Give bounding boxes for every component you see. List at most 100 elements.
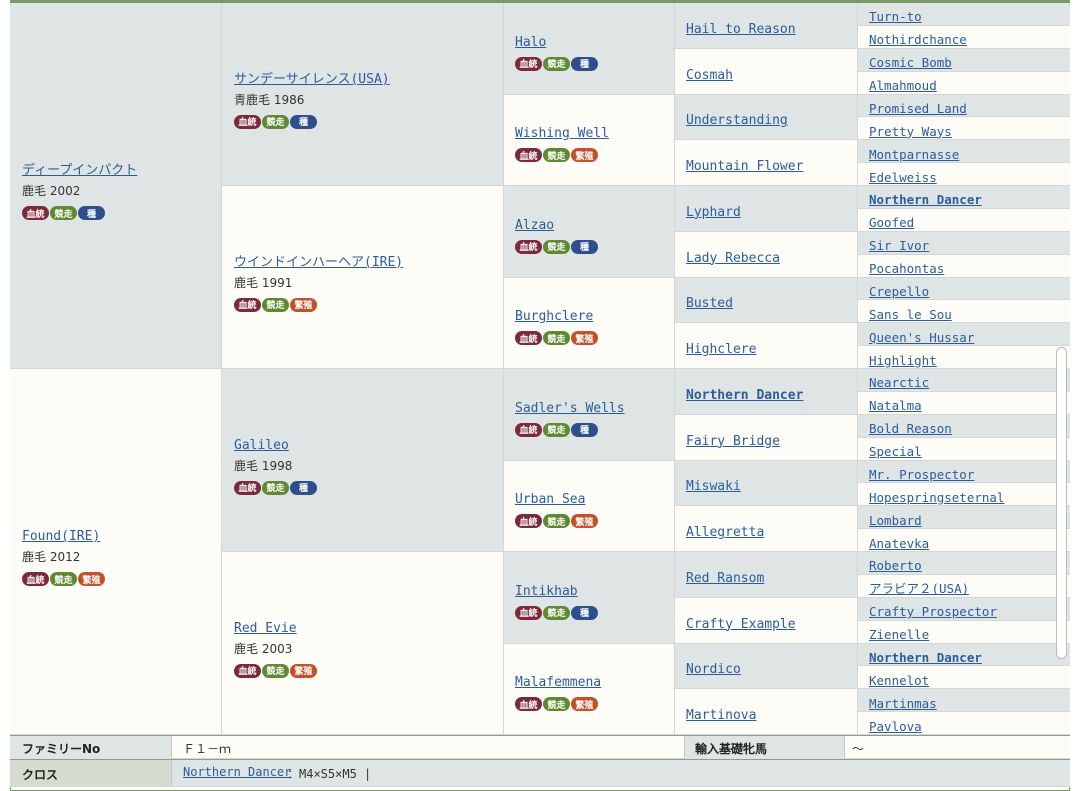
- horse-link[interactable]: Burghclere: [515, 309, 593, 324]
- horse-link[interactable]: Pavlova: [869, 719, 922, 734]
- horse-link[interactable]: Understanding: [686, 113, 788, 128]
- badge-hanshoku-button[interactable]: 繁殖: [571, 697, 598, 712]
- badge-ketto-button[interactable]: 血統: [234, 114, 261, 129]
- horse-link[interactable]: Malafemmena: [515, 675, 601, 690]
- horse-link[interactable]: Sans le Sou: [869, 307, 952, 322]
- horse-link[interactable]: Hail to Reason: [686, 22, 796, 37]
- badge-ketto-button[interactable]: 血統: [22, 572, 49, 586]
- horse-link[interactable]: Sir Ivor: [869, 238, 929, 253]
- badge-hanshoku-button[interactable]: 繁殖: [290, 663, 317, 678]
- horse-link[interactable]: Mountain Flower: [686, 159, 803, 174]
- horse-link[interactable]: Wishing Well: [515, 126, 609, 141]
- badge-ketto-button[interactable]: 血統: [234, 297, 261, 312]
- horse-link[interactable]: Northern Dancer: [869, 650, 982, 665]
- horse-link[interactable]: アラビア２(USA): [869, 581, 969, 596]
- horse-link[interactable]: Red Ransom: [686, 571, 764, 586]
- badge-kyoso-button[interactable]: 競走: [262, 297, 289, 312]
- badge-kyoso-button[interactable]: 競走: [262, 663, 289, 678]
- badge-shu-button[interactable]: 種: [571, 422, 598, 437]
- horse-link[interactable]: Halo: [515, 35, 546, 50]
- horse-link[interactable]: ディープインパクト: [22, 163, 137, 178]
- horse-link[interactable]: Intikhab: [515, 584, 578, 599]
- badge-shu-button[interactable]: 種: [571, 605, 598, 620]
- horse-link[interactable]: Cosmah: [686, 68, 733, 83]
- badge-kyoso-button[interactable]: 競走: [543, 605, 570, 620]
- badge-kyoso-button[interactable]: 競走: [543, 422, 570, 437]
- horse-link[interactable]: Edelweiss: [869, 170, 937, 185]
- horse-link[interactable]: Turn-to: [869, 9, 922, 24]
- badge-hanshoku-button[interactable]: 繁殖: [290, 297, 317, 312]
- badge-shu-button[interactable]: 種: [571, 239, 598, 254]
- badge-ketto-button[interactable]: 血統: [515, 514, 542, 529]
- horse-link[interactable]: Crafty Example: [686, 617, 796, 632]
- badge-hanshoku-button[interactable]: 繁殖: [571, 148, 598, 163]
- horse-link[interactable]: Nearctic: [869, 375, 929, 390]
- horse-link[interactable]: Natalma: [869, 398, 922, 413]
- horse-link[interactable]: Miswaki: [686, 479, 741, 494]
- horse-link[interactable]: Northern Dancer: [869, 192, 982, 207]
- horse-link[interactable]: Found(IRE): [22, 529, 100, 544]
- badge-shu-button[interactable]: 種: [571, 56, 598, 71]
- badge-kyoso-button[interactable]: 競走: [543, 239, 570, 254]
- horse-link[interactable]: Anatevka: [869, 536, 929, 551]
- horse-link[interactable]: Galileo: [234, 438, 289, 453]
- badge-ketto-button[interactable]: 血統: [515, 148, 542, 163]
- horse-link[interactable]: Highlight: [869, 353, 937, 368]
- horse-link[interactable]: Hopespringseternal: [869, 490, 1004, 505]
- badge-ketto-button[interactable]: 血統: [515, 331, 542, 346]
- badge-kyoso-button[interactable]: 競走: [543, 56, 570, 71]
- horse-link[interactable]: Roberto: [869, 558, 922, 573]
- horse-link[interactable]: Crafty Prospector: [869, 604, 997, 619]
- badge-kyoso-button[interactable]: 競走: [262, 480, 289, 495]
- badge-ketto-button[interactable]: 血統: [515, 56, 542, 71]
- horse-link[interactable]: Nordico: [686, 662, 741, 677]
- horse-link[interactable]: Special: [869, 444, 922, 459]
- badge-shu-button[interactable]: 種: [290, 114, 317, 129]
- horse-link[interactable]: Urban Sea: [515, 492, 585, 507]
- horse-link[interactable]: Goofed: [869, 215, 914, 230]
- horse-link[interactable]: Busted: [686, 296, 733, 311]
- horse-link[interactable]: Kennelot: [869, 673, 929, 688]
- horse-link[interactable]: Pocahontas: [869, 261, 944, 276]
- badge-kyoso-button[interactable]: 競走: [543, 697, 570, 712]
- horse-link[interactable]: Nothirdchance: [869, 32, 967, 47]
- horse-link[interactable]: Red Evie: [234, 621, 297, 636]
- horse-link[interactable]: Alzao: [515, 218, 554, 233]
- horse-link[interactable]: Almahmoud: [869, 78, 937, 93]
- badge-kyoso-button[interactable]: 競走: [50, 572, 77, 586]
- horse-link[interactable]: Lady Rebecca: [686, 251, 780, 266]
- horse-link[interactable]: Bold Reason: [869, 421, 952, 436]
- horse-link[interactable]: Fairy Bridge: [686, 434, 780, 449]
- horse-link[interactable]: ウインドインハーヘア(IRE): [234, 255, 403, 270]
- horse-link[interactable]: Zienelle: [869, 627, 929, 642]
- badge-ketto-button[interactable]: 血統: [234, 663, 261, 678]
- badge-ketto-button[interactable]: 血統: [22, 206, 49, 220]
- horse-link[interactable]: Pretty Ways: [869, 124, 952, 139]
- badge-hanshoku-button[interactable]: 繁殖: [78, 572, 105, 586]
- horse-link[interactable]: Martinmas: [869, 696, 937, 711]
- horse-link[interactable]: Martinova: [686, 708, 756, 723]
- badge-shu-button[interactable]: 種: [290, 480, 317, 495]
- badge-kyoso-button[interactable]: 競走: [543, 514, 570, 529]
- badge-kyoso-button[interactable]: 競走: [543, 331, 570, 346]
- horse-link[interactable]: Lombard: [869, 513, 922, 528]
- badge-shu-button[interactable]: 種: [78, 206, 105, 220]
- horse-link[interactable]: Mr. Prospector: [869, 467, 974, 482]
- scrollbar[interactable]: [1056, 347, 1067, 659]
- horse-link[interactable]: Highclere: [686, 342, 756, 357]
- cross-horse-link[interactable]: Northern Dancer: [183, 765, 291, 779]
- badge-ketto-button[interactable]: 血統: [515, 239, 542, 254]
- badge-ketto-button[interactable]: 血統: [515, 697, 542, 712]
- horse-link[interactable]: Queen's Hussar: [869, 330, 974, 345]
- horse-link[interactable]: サンデーサイレンス(USA): [234, 72, 390, 87]
- badge-kyoso-button[interactable]: 競走: [50, 206, 77, 220]
- horse-link[interactable]: Northern Dancer: [686, 388, 803, 403]
- badge-ketto-button[interactable]: 血統: [515, 605, 542, 620]
- badge-kyoso-button[interactable]: 競走: [543, 148, 570, 163]
- badge-kyoso-button[interactable]: 競走: [262, 114, 289, 129]
- badge-hanshoku-button[interactable]: 繁殖: [571, 514, 598, 529]
- horse-link[interactable]: Promised Land: [869, 101, 967, 116]
- horse-link[interactable]: Sadler's Wells: [515, 401, 625, 416]
- horse-link[interactable]: Lyphard: [686, 205, 741, 220]
- badge-hanshoku-button[interactable]: 繁殖: [571, 331, 598, 346]
